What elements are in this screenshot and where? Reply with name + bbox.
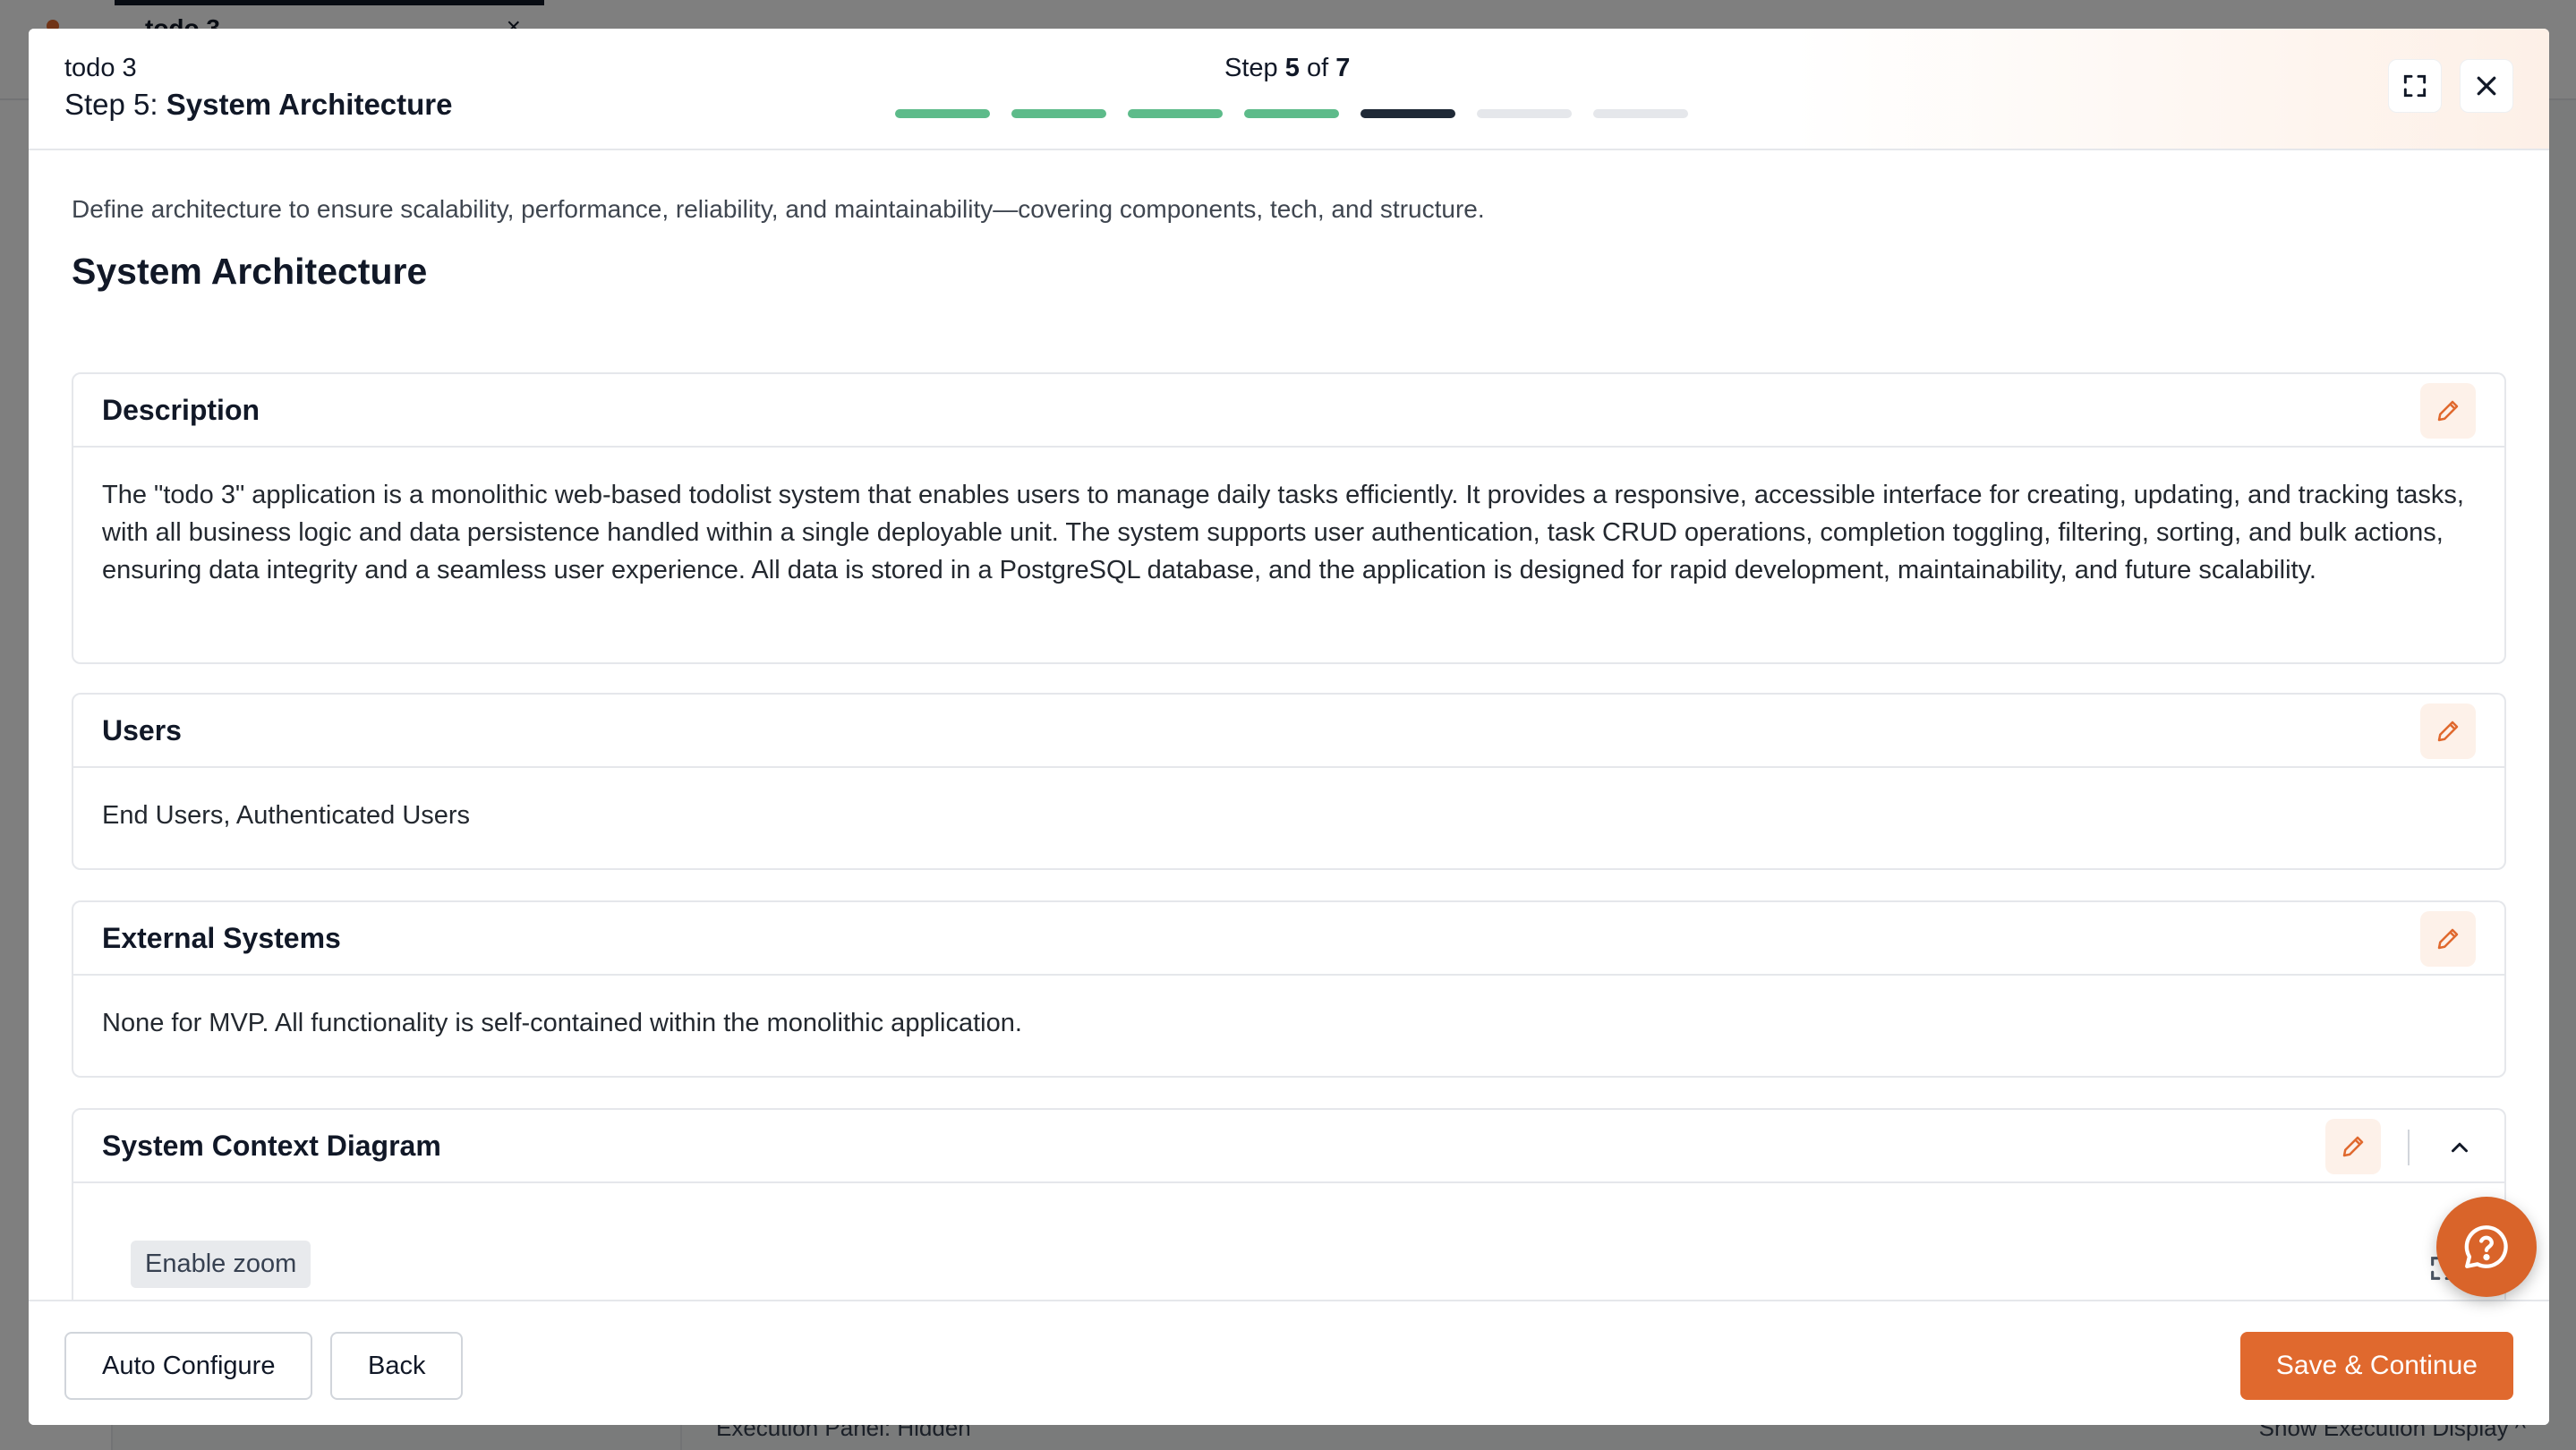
progress-segment-7 [1593, 109, 1688, 118]
project-name: todo 3 [64, 54, 137, 82]
close-icon [2477, 76, 2496, 96]
section-title: System Architecture [72, 251, 428, 292]
progress-segment-1 [895, 109, 990, 118]
collapse-diagram-button[interactable] [2440, 1128, 2479, 1167]
pencil-icon [2437, 721, 2459, 742]
users-card: Users End Users, Authenticated Users [72, 693, 2506, 870]
save-continue-button[interactable]: Save & Continue [2239, 1332, 2513, 1400]
edit-external-systems-button[interactable] [2420, 911, 2476, 967]
close-button[interactable] [2460, 59, 2513, 113]
progress-segment-6 [1477, 109, 1572, 118]
header-divider [2408, 1130, 2410, 1165]
step-counter-total: 7 [1335, 54, 1351, 82]
edit-users-button[interactable] [2420, 704, 2476, 759]
progress-segment-4 [1244, 109, 1339, 118]
card-header: Description [73, 374, 2504, 448]
help-chat-icon [2464, 1225, 2508, 1268]
pencil-icon [2342, 1136, 2364, 1157]
step-name: System Architecture [166, 88, 453, 121]
card-header: System Context Diagram [73, 1110, 2504, 1183]
pencil-icon [2437, 928, 2459, 950]
progress-segment-2 [1011, 109, 1106, 118]
fullscreen-icon [2403, 74, 2427, 98]
card-title: External Systems [102, 922, 341, 954]
modal-footer: Auto Configure Back Save & Continue [29, 1300, 2549, 1425]
edit-description-button[interactable] [2420, 383, 2476, 439]
help-chat-button[interactable] [2436, 1197, 2537, 1297]
pencil-icon [2437, 400, 2459, 422]
step-description: Define architecture to ensure scalabilit… [72, 195, 1485, 223]
step-counter: Step 5 of 7 [1224, 54, 1350, 83]
modal-body[interactable]: Define architecture to ensure scalabilit… [29, 152, 2549, 1300]
card-title: System Context Diagram [102, 1130, 441, 1162]
progress-segment-3 [1128, 109, 1223, 118]
system-context-diagram-card: System Context Diagram Enable zoom [72, 1108, 2506, 1300]
description-text: The "todo 3" application is a monolithic… [102, 481, 2464, 584]
diagram-area: Enable zoom [73, 1183, 2504, 1300]
chevron-up-icon [2452, 1142, 2468, 1153]
card-header: External Systems [73, 902, 2504, 976]
step-prefix: Step 5: [64, 88, 158, 121]
enable-zoom-button[interactable]: Enable zoom [131, 1241, 311, 1288]
card-header: Users [73, 695, 2504, 768]
edit-diagram-button[interactable] [2325, 1119, 2381, 1174]
step-counter-current: 5 [1284, 54, 1300, 82]
external-systems-text: None for MVP. All functionality is self-… [102, 1009, 1022, 1037]
fullscreen-button[interactable] [2388, 59, 2442, 113]
users-text: End Users, Authenticated Users [102, 801, 471, 830]
step-title: Step 5: System Architecture [64, 88, 453, 122]
step-progress-bar [895, 109, 1688, 118]
external-systems-card: External Systems None for MVP. All funct… [72, 900, 2506, 1078]
progress-segment-5 [1361, 109, 1455, 118]
auto-configure-button[interactable]: Auto Configure [64, 1332, 313, 1400]
wizard-modal: todo 3 Step 5: System Architecture Step … [29, 29, 2549, 1425]
description-card: Description The "todo 3" application is … [72, 372, 2506, 664]
step-counter-prefix: Step [1224, 54, 1278, 82]
modal-header: todo 3 Step 5: System Architecture Step … [29, 29, 2549, 150]
step-counter-of: of [1306, 54, 1329, 82]
back-button[interactable]: Back [330, 1332, 464, 1400]
card-title: Description [102, 394, 260, 426]
card-title: Users [102, 714, 182, 746]
